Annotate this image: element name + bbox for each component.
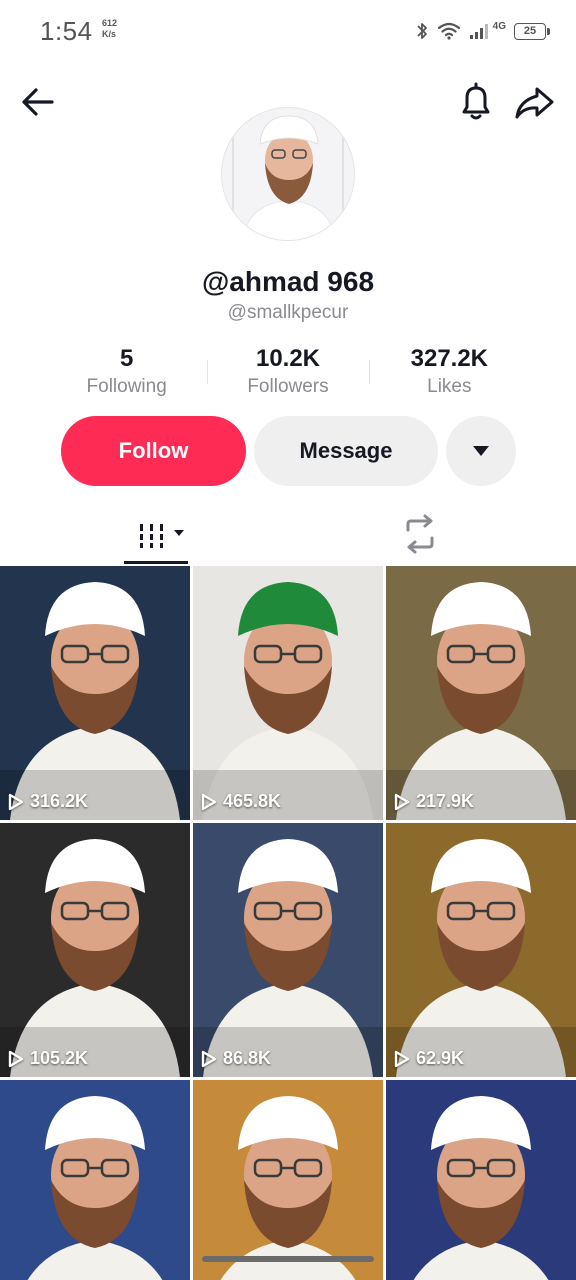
stat-value: 5 — [119, 345, 134, 372]
video-thumbnail-image — [0, 566, 190, 820]
network-speed-unit: K/s — [102, 29, 117, 39]
view-count: 86.8K — [201, 1048, 271, 1069]
video-thumbnail[interactable]: 465.8K — [193, 566, 383, 820]
play-icon — [394, 793, 410, 810]
tab-videos[interactable] — [124, 508, 188, 564]
view-count: 465.8K — [201, 791, 281, 812]
battery-level: 25 — [523, 24, 537, 37]
video-grid: 316.2K 465.8K 217.9K 105.2K 86.8K 62.9K — [0, 566, 576, 1280]
video-thumbnail-image — [386, 1080, 576, 1280]
following-stat[interactable]: 5 Following — [46, 344, 207, 404]
video-thumbnail-image — [386, 566, 576, 820]
likes-stat[interactable]: 327.2K Likes — [368, 344, 530, 404]
play-icon — [201, 1050, 217, 1067]
back-button[interactable] — [18, 82, 58, 122]
stat-label: Followers — [247, 376, 329, 397]
video-thumbnail[interactable]: 105.2K — [0, 823, 190, 1077]
followers-stat[interactable]: 10.2K Followers — [207, 344, 368, 404]
view-count-label: 217.9K — [416, 791, 475, 811]
back-arrow-icon — [22, 88, 54, 116]
stat-value: 10.2K — [255, 345, 321, 372]
avatar-image — [222, 108, 354, 240]
network-speed-value: 612 — [102, 18, 118, 28]
view-count: 316.2K — [8, 791, 88, 812]
battery-icon: 25 — [514, 22, 550, 40]
caret-down-icon — [473, 446, 489, 456]
video-thumbnail-image — [193, 823, 383, 1077]
active-tab-indicator — [124, 561, 188, 564]
home-indicator[interactable] — [202, 1256, 374, 1262]
video-thumbnail-image — [386, 823, 576, 1077]
share-icon — [515, 87, 554, 119]
view-count: 62.9K — [394, 1048, 464, 1069]
bell-icon — [462, 82, 490, 120]
avatar[interactable] — [221, 107, 355, 241]
username: @smallkpecur — [227, 302, 349, 323]
view-count: 105.2K — [8, 1048, 88, 1069]
more-options-button[interactable] — [446, 416, 516, 486]
play-icon — [8, 793, 24, 810]
signal-icon — [469, 24, 488, 39]
status-clock: 1:54 — [40, 16, 93, 46]
video-thumbnail-image — [0, 1080, 190, 1280]
video-thumbnail[interactable] — [0, 1080, 190, 1280]
video-thumbnail[interactable] — [386, 1080, 576, 1280]
display-name: @ahmad 968 — [201, 266, 375, 297]
bluetooth-icon — [417, 23, 427, 39]
play-icon — [8, 1050, 24, 1067]
stat-value: 327.2K — [410, 345, 489, 372]
stat-label: Following — [86, 376, 167, 397]
view-count-label: 465.8K — [223, 791, 282, 811]
wifi-icon — [437, 22, 460, 40]
video-thumbnail-image — [0, 823, 190, 1077]
video-thumbnail-image — [193, 566, 383, 820]
notifications-button[interactable] — [456, 80, 496, 124]
view-count-label: 105.2K — [30, 1048, 89, 1068]
video-thumbnail[interactable]: 217.9K — [386, 566, 576, 820]
play-icon — [201, 793, 217, 810]
share-button[interactable] — [512, 80, 556, 124]
status-bar: 1:54 612 K/s 4G 25 — [0, 0, 576, 64]
video-thumbnail[interactable]: 86.8K — [193, 823, 383, 1077]
tab-reposts[interactable] — [394, 508, 446, 560]
videos-grid-icon — [138, 524, 184, 548]
profile-stats: 5 Following 10.2K Followers 327.2K Likes — [46, 344, 530, 404]
video-thumbnail[interactable] — [193, 1080, 383, 1280]
network-speed: 612 K/s — [102, 18, 117, 40]
play-icon — [394, 1050, 410, 1067]
view-count-label: 86.8K — [223, 1048, 272, 1068]
message-button[interactable]: Message — [254, 416, 438, 486]
video-thumbnail[interactable]: 62.9K — [386, 823, 576, 1077]
network-type-label: 4G — [492, 20, 506, 32]
video-thumbnail-image — [193, 1080, 383, 1280]
status-icons: 4G 25 — [415, 18, 550, 44]
video-thumbnail[interactable]: 316.2K — [0, 566, 190, 820]
view-count-label: 316.2K — [30, 791, 89, 811]
follow-button[interactable]: Follow — [61, 416, 246, 486]
view-count-label: 62.9K — [416, 1048, 465, 1068]
repost-icon — [406, 514, 434, 554]
stat-label: Likes — [427, 376, 472, 397]
view-count: 217.9K — [394, 791, 474, 812]
